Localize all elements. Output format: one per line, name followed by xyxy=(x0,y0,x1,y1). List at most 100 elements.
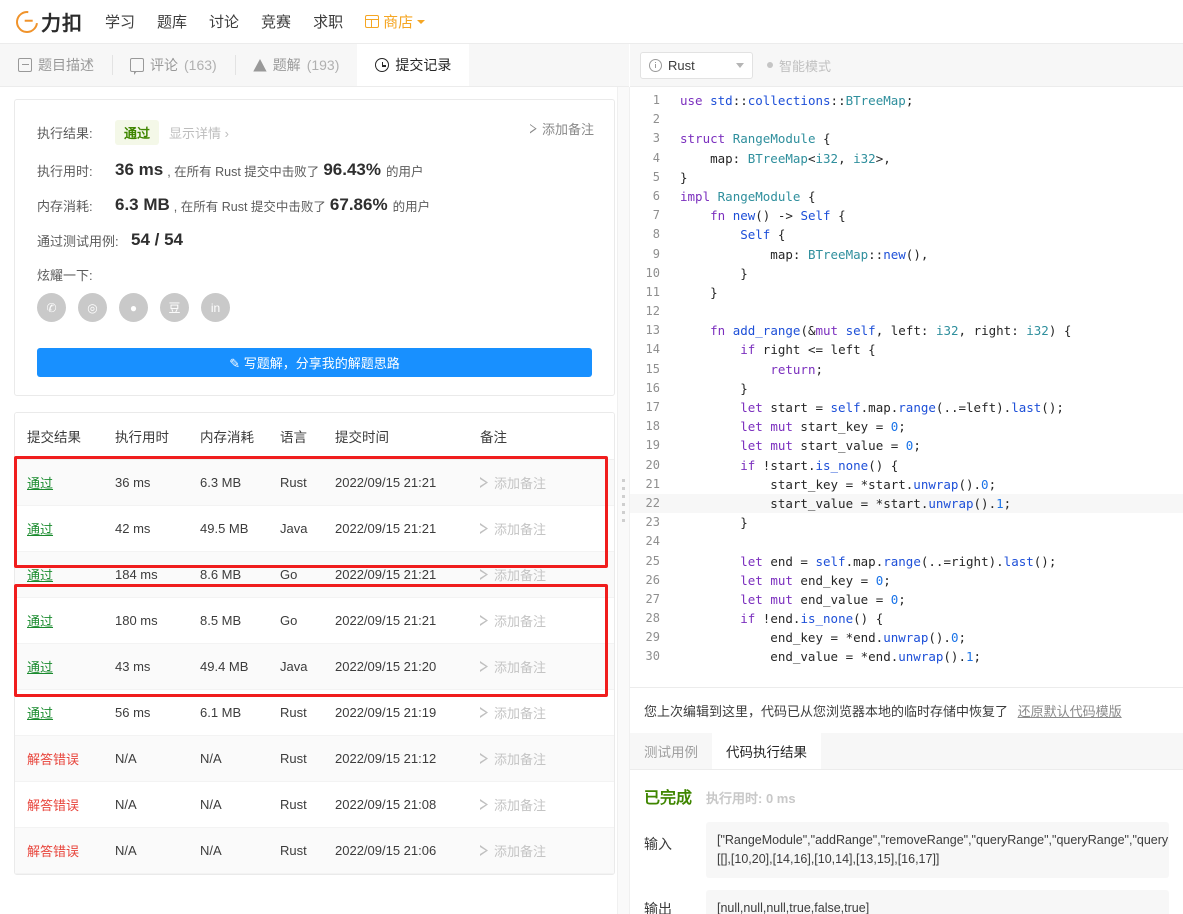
memory-suffix-a: , 在所有 Rust 提交中击败了 xyxy=(173,199,326,214)
line-content: if !end.is_none() { xyxy=(740,611,884,627)
nav-link-store[interactable]: 商店 xyxy=(365,11,426,32)
tab-comments[interactable]: 评论 (163) xyxy=(112,44,235,86)
tab-description[interactable]: 题目描述 xyxy=(0,44,112,86)
tab-solutions[interactable]: 题解 (193) xyxy=(234,44,358,86)
flag-icon xyxy=(480,523,488,534)
cell-status: 通过 xyxy=(15,459,115,506)
run-status: 已完成 xyxy=(644,790,693,807)
pane-splitter[interactable] xyxy=(617,87,630,914)
cell-memory: 49.4 MB xyxy=(200,643,280,690)
code-line: 14 if right <= left { xyxy=(630,340,1183,359)
line-number: 25 xyxy=(645,553,660,568)
run-result-header: 已完成 执行用时: 0 ms xyxy=(644,784,1169,808)
line-number: 5 xyxy=(652,169,660,184)
add-note-button[interactable]: 添加备注 xyxy=(480,519,614,538)
cell-language: Java xyxy=(280,505,335,552)
status-badge: 通过 xyxy=(115,120,160,145)
nav-link-contest[interactable]: 竞赛 xyxy=(261,11,291,32)
submission-status-link[interactable]: 通过 xyxy=(27,660,53,675)
submission-status-link[interactable]: 解答错误 xyxy=(27,844,79,859)
line-content: end_value = *end.unwrap().1; xyxy=(680,649,982,665)
add-note-button[interactable]: 添加备注 xyxy=(480,611,614,630)
runtime-suffix-b: 的用户 xyxy=(385,164,424,179)
submission-status-link[interactable]: 解答错误 xyxy=(27,752,79,767)
wechat-icon[interactable]: ✆ xyxy=(37,293,66,322)
add-note-button[interactable]: 添加备注 xyxy=(480,795,614,814)
cell-date: 2022/09/15 21:20 xyxy=(335,643,480,690)
code-line: 30 end_value = *end.unwrap().1; xyxy=(630,647,1183,666)
restore-template-link[interactable]: 还原默认代码模版 xyxy=(1018,704,1122,719)
code-editor[interactable]: 1 use std::collections::BTreeMap; 2 3 struct… xyxy=(630,87,1183,687)
cell-language: Rust xyxy=(280,781,335,828)
line-number: 10 xyxy=(645,265,660,280)
code-line: 27 let mut end_value = 0; xyxy=(630,590,1183,609)
nav-link-discuss[interactable]: 讨论 xyxy=(209,11,239,32)
table-row[interactable]: 通过 56 ms 6.1 MB Rust 2022/09/15 21:19 添加备注 xyxy=(15,689,614,736)
line-content: impl RangeModule { xyxy=(680,188,816,204)
tab-run-result[interactable]: 代码执行结果 xyxy=(712,733,821,769)
nav-link-study[interactable]: 学习 xyxy=(105,11,135,32)
table-row[interactable]: 解答错误 N/A N/A Rust 2022/09/15 21:08 添加备注 xyxy=(15,781,614,828)
cell-runtime: 36 ms xyxy=(115,459,200,506)
input-value[interactable]: ["RangeModule","addRange","removeRange",… xyxy=(706,822,1169,878)
submission-status-link[interactable]: 通过 xyxy=(27,706,53,721)
flag-icon xyxy=(480,569,488,580)
submission-status-link[interactable]: 通过 xyxy=(27,476,53,491)
add-note-button-top[interactable]: 添加备注 xyxy=(530,119,594,138)
nav-link-problems[interactable]: 题库 xyxy=(157,11,187,32)
write-solution-button[interactable]: ✎ 写题解，分享我的解题思路 xyxy=(37,348,592,377)
table-row[interactable]: 解答错误 N/A N/A Rust 2022/09/15 21:12 添加备注 xyxy=(15,735,614,782)
table-row[interactable]: 解答错误 N/A N/A Rust 2022/09/15 21:06 添加备注 xyxy=(15,827,614,874)
add-note-button[interactable]: 添加备注 xyxy=(480,473,614,492)
cell-status: 解答错误 xyxy=(15,735,115,782)
table-row[interactable]: 通过 43 ms 49.4 MB Java 2022/09/15 21:20 添加备注 xyxy=(15,643,614,690)
submission-status-link[interactable]: 通过 xyxy=(27,568,53,583)
add-note-button[interactable]: 添加备注 xyxy=(480,703,614,722)
add-note-button[interactable]: 添加备注 xyxy=(480,841,614,860)
tab-submissions[interactable]: 提交记录 xyxy=(357,44,470,86)
runtime-percent: 96.43% xyxy=(323,160,381,179)
douban-icon[interactable]: 豆 xyxy=(160,293,189,322)
line-number: 27 xyxy=(645,591,660,606)
table-row[interactable]: 通过 42 ms 49.5 MB Java 2022/09/15 21:21 添加备注 xyxy=(15,505,614,552)
tab-testcase[interactable]: 测试用例 xyxy=(630,733,712,769)
table-row[interactable]: 通过 36 ms 6.3 MB Rust 2022/09/15 21:21 添加备注 xyxy=(15,459,614,506)
weibo-icon[interactable]: ◎ xyxy=(78,293,107,322)
add-note-button[interactable]: 添加备注 xyxy=(480,565,614,584)
add-note-button[interactable]: 添加备注 xyxy=(480,749,614,768)
cell-status: 通过 xyxy=(15,689,115,736)
code-line: 28 if !end.is_none() { xyxy=(630,609,1183,628)
th-runtime: 执行用时 xyxy=(115,413,200,460)
smart-mode-toggle[interactable]: 智能模式 xyxy=(767,56,831,75)
cell-note: 添加备注 xyxy=(480,505,614,552)
line-number: 21 xyxy=(645,476,660,491)
th-language: 语言 xyxy=(280,413,335,460)
language-select[interactable]: Rust xyxy=(640,51,753,79)
cell-language: Rust xyxy=(280,827,335,874)
site-logo[interactable]: 力扣 xyxy=(11,6,83,37)
restore-notice: 您上次编辑到这里，代码已从您浏览器本地的临时存储中恢复了 还原默认代码模版 xyxy=(630,687,1183,733)
flag-icon xyxy=(480,799,488,810)
show-detail-link[interactable]: 显示详情 › xyxy=(169,123,229,142)
cell-runtime: N/A xyxy=(115,781,200,828)
line-content: use std::collections::BTreeMap; xyxy=(680,93,914,108)
flag-icon xyxy=(480,753,488,764)
store-icon xyxy=(365,15,380,28)
cell-status: 通过 xyxy=(15,551,115,598)
add-note-button[interactable]: 添加备注 xyxy=(480,657,614,676)
qq-icon[interactable]: ● xyxy=(119,293,148,322)
line-number: 14 xyxy=(645,342,660,357)
table-row[interactable]: 通过 180 ms 8.5 MB Go 2022/09/15 21:21 添加备注 xyxy=(15,597,614,644)
th-date: 提交时间 xyxy=(335,413,480,460)
line-number: 8 xyxy=(652,227,660,242)
testcases-value: 54 / 54 xyxy=(131,230,183,249)
nav-link-jobs[interactable]: 求职 xyxy=(313,11,343,32)
submission-status-link[interactable]: 通过 xyxy=(27,614,53,629)
linkedin-icon[interactable]: in xyxy=(201,293,230,322)
submission-status-link[interactable]: 通过 xyxy=(27,522,53,537)
line-content: start_value = *start.unwrap().1; xyxy=(680,495,1012,511)
submission-status-link[interactable]: 解答错误 xyxy=(27,798,79,813)
table-row[interactable]: 通过 184 ms 8.6 MB Go 2022/09/15 21:21 添加备注 xyxy=(15,551,614,598)
line-content: let mut end_key = 0; xyxy=(740,572,891,588)
leetcode-logo-icon xyxy=(11,6,43,37)
